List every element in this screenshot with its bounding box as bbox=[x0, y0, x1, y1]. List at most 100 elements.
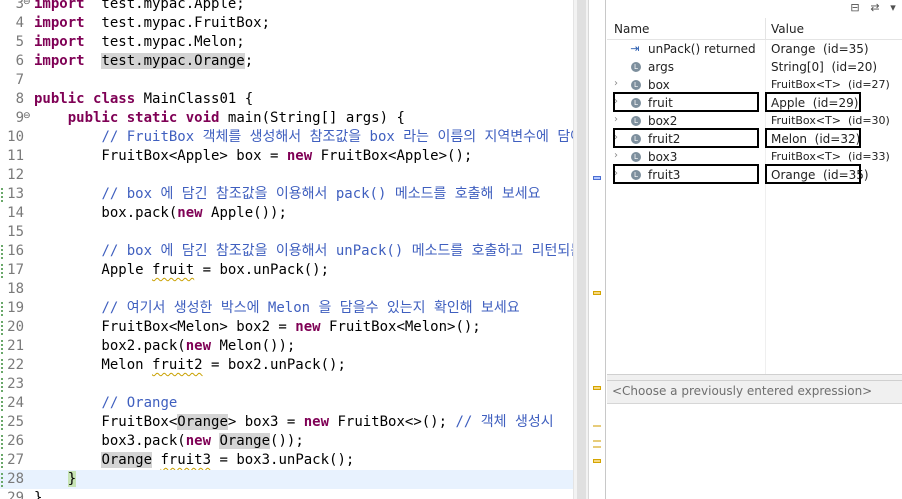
code-line[interactable]: 11 FruitBox<Apple> box = new FruitBox<Ap… bbox=[0, 147, 573, 166]
code-line[interactable]: 13 // box 에 담긴 참조값을 이용해서 pack() 메소드를 호출해… bbox=[0, 185, 573, 204]
keyword-token: import bbox=[34, 34, 85, 50]
collapse-all-icon[interactable]: ⊟ bbox=[847, 0, 863, 16]
editor-vertical-scrollbar[interactable] bbox=[573, 0, 588, 499]
code-text[interactable]: // 여기서 생성한 박스에 Melon 을 담을수 있는지 확인해 보세요 bbox=[34, 299, 519, 318]
code-text[interactable]: Orange fruit3 = box3.unPack(); bbox=[34, 451, 354, 470]
code-text[interactable]: } bbox=[34, 489, 42, 499]
details-pane[interactable] bbox=[607, 403, 902, 499]
code-line[interactable]: 23 bbox=[0, 375, 573, 394]
code-text[interactable]: } bbox=[34, 470, 77, 489]
variable-row-fruit[interactable]: › Lfruit Apple (id=29) bbox=[607, 92, 902, 112]
code-line[interactable]: 3 ⊖ import test.mypac.Apple; bbox=[0, 0, 573, 14]
code-line[interactable]: 15 bbox=[0, 223, 573, 242]
code-line[interactable]: 6 import test.mypac.Orange; bbox=[0, 52, 573, 71]
variable-name: box3 bbox=[648, 150, 678, 164]
ruler-warning-marker[interactable] bbox=[593, 459, 601, 463]
expression-combo[interactable]: <Choose a previously entered expression> bbox=[607, 381, 902, 403]
code-line[interactable]: 26 box3.pack(new Orange()); bbox=[0, 432, 573, 451]
line-number: 11 bbox=[7, 148, 24, 164]
code-text[interactable]: FruitBox<Orange> box3 = new FruitBox<>()… bbox=[34, 413, 554, 432]
view-menu-icon[interactable]: ▾ bbox=[885, 0, 901, 16]
code-line[interactable]: 17 Apple fruit = box.unPack(); bbox=[0, 261, 573, 280]
code-line[interactable]: 29} bbox=[0, 489, 573, 499]
code-token: fruit3 bbox=[160, 452, 212, 468]
variable-row-fruit2[interactable]: › Lfruit2 Melon (id=32) bbox=[607, 128, 902, 148]
code-text[interactable]: public static void main(String[] args) { bbox=[34, 109, 405, 128]
code-text[interactable]: Melon fruit2 = box2.unPack(); bbox=[34, 356, 345, 375]
code-token: Apple()); bbox=[202, 205, 287, 221]
code-line[interactable]: 7 bbox=[0, 71, 573, 90]
variable-row-args[interactable]: Largs String[0] (id=20) bbox=[607, 58, 902, 76]
code-editor[interactable]: 3 ⊖ import test.mypac.Apple; 4 import test.m… bbox=[0, 0, 588, 499]
fold-toggle-icon[interactable]: ⊖ bbox=[23, 0, 31, 7]
ruler-warning-marker[interactable] bbox=[593, 386, 601, 390]
column-header-value[interactable]: Value bbox=[771, 22, 804, 36]
expand-chevron-icon[interactable]: › bbox=[614, 150, 618, 161]
code-line[interactable]: 5 import test.mypac.Melon; bbox=[0, 33, 573, 52]
expand-chevron-icon[interactable]: › bbox=[614, 78, 618, 89]
code-text[interactable]: // FruitBox 객체를 생성해서 참조값을 box 라는 이름의 지역변… bbox=[34, 128, 583, 147]
change-marker-icon bbox=[1, 302, 4, 316]
variable-name: unPack() returned bbox=[648, 42, 756, 56]
code-token: Orange bbox=[219, 433, 271, 449]
variable-row-unpack-returned[interactable]: ⇥ unPack() returned Orange (id=35) bbox=[607, 40, 902, 58]
code-text[interactable]: // Orange bbox=[34, 394, 177, 413]
ruler-occurrence-marker[interactable] bbox=[593, 425, 601, 427]
code-line[interactable]: 9 ⊖ public static void main(String[] args… bbox=[0, 109, 573, 128]
code-line[interactable]: 8 public class MainClass01 { bbox=[0, 90, 573, 109]
overview-ruler[interactable] bbox=[588, 0, 606, 499]
code-line[interactable]: 24 // Orange bbox=[0, 394, 573, 413]
code-line[interactable]: 10 // FruitBox 객체를 생성해서 참조값을 box 라는 이름의 … bbox=[0, 128, 583, 147]
code-line[interactable]: 14 box.pack(new Apple()); bbox=[0, 204, 573, 223]
code-text[interactable]: box3.pack(new Orange()); bbox=[34, 432, 304, 451]
line-number: 5 bbox=[15, 34, 24, 50]
keyword-token: import bbox=[34, 53, 85, 69]
ruler-occurrence-marker[interactable] bbox=[593, 446, 601, 448]
code-line[interactable]: 27 Orange fruit3 = box3.unPack(); bbox=[0, 451, 573, 470]
code-line[interactable]: 25 FruitBox<Orange> box3 = new FruitBox<… bbox=[0, 413, 573, 432]
column-separator[interactable] bbox=[765, 18, 766, 40]
variable-row-fruit3[interactable]: › Lfruit3 Orange (id=35) bbox=[607, 164, 902, 184]
expand-chevron-icon[interactable]: › bbox=[614, 114, 618, 125]
column-header-name[interactable]: Name bbox=[614, 22, 649, 36]
code-text[interactable]: Apple fruit = box.unPack(); bbox=[34, 261, 329, 280]
code-line[interactable]: 4 import test.mypac.FruitBox; bbox=[0, 14, 573, 33]
code-line[interactable]: 19 // 여기서 생성한 박스에 Melon 을 담을수 있는지 확인해 보세… bbox=[0, 299, 573, 318]
code-line[interactable]: 22 Melon fruit2 = box2.unPack(); bbox=[0, 356, 573, 375]
details-pane-sash[interactable] bbox=[607, 374, 902, 381]
code-text[interactable]: public class MainClass01 { bbox=[34, 90, 253, 109]
code-text[interactable]: box2.pack(new Melon()); bbox=[34, 337, 295, 356]
keyword-token: public bbox=[67, 110, 119, 126]
code-token: Melon bbox=[34, 357, 153, 373]
line-number: 8 bbox=[15, 91, 24, 107]
show-type-names-icon[interactable]: ⇄ bbox=[867, 0, 883, 16]
code-text[interactable]: import test.mypac.Orange; bbox=[34, 52, 253, 71]
code-text[interactable]: // box 에 담긴 참조값을 이용해서 unPack() 메소드를 호출하고… bbox=[34, 242, 583, 261]
variables-view: ⊟ ⇄ ▾ Name Value ⇥ unPack() returned Orang… bbox=[607, 0, 902, 499]
editor-scrollbar-thumb[interactable] bbox=[577, 0, 586, 499]
code-text[interactable]: import test.mypac.Melon; bbox=[34, 33, 245, 52]
code-text[interactable]: import test.mypac.FruitBox; bbox=[34, 14, 270, 33]
change-marker-icon bbox=[1, 340, 4, 354]
fold-toggle-icon[interactable]: ⊖ bbox=[23, 111, 31, 121]
change-marker-icon bbox=[1, 378, 4, 392]
code-line[interactable]: 21 box2.pack(new Melon()); bbox=[0, 337, 573, 356]
code-text[interactable]: FruitBox<Apple> box = new FruitBox<Apple… bbox=[34, 147, 472, 166]
code-text[interactable]: FruitBox<Melon> box2 = new FruitBox<Melo… bbox=[34, 318, 480, 337]
code-token: box3.pack( bbox=[34, 433, 186, 449]
code-line[interactable]: 28 } bbox=[0, 470, 573, 489]
code-text[interactable]: // box 에 담긴 참조값을 이용해서 pack() 메소드를 호출해 보세… bbox=[34, 185, 540, 204]
code-token: main(String[] args) { bbox=[219, 110, 405, 126]
code-line[interactable]: 20 FruitBox<Melon> box2 = new FruitBox<M… bbox=[0, 318, 573, 337]
code-text[interactable]: box.pack(new Apple()); bbox=[34, 204, 287, 223]
code-text[interactable]: import test.mypac.Apple; bbox=[34, 0, 245, 14]
ruler-current-line-marker[interactable] bbox=[593, 176, 601, 180]
variables-toolbar: ⊟ ⇄ ▾ bbox=[607, 0, 902, 18]
code-line[interactable]: 16 // box 에 담긴 참조값을 이용해서 unPack() 메소드를 호… bbox=[0, 242, 583, 261]
ruler-warning-marker[interactable] bbox=[593, 291, 601, 295]
code-line[interactable]: 12 bbox=[0, 166, 573, 185]
ruler-occurrence-marker[interactable] bbox=[593, 440, 601, 442]
code-line[interactable]: 18 bbox=[0, 280, 573, 299]
